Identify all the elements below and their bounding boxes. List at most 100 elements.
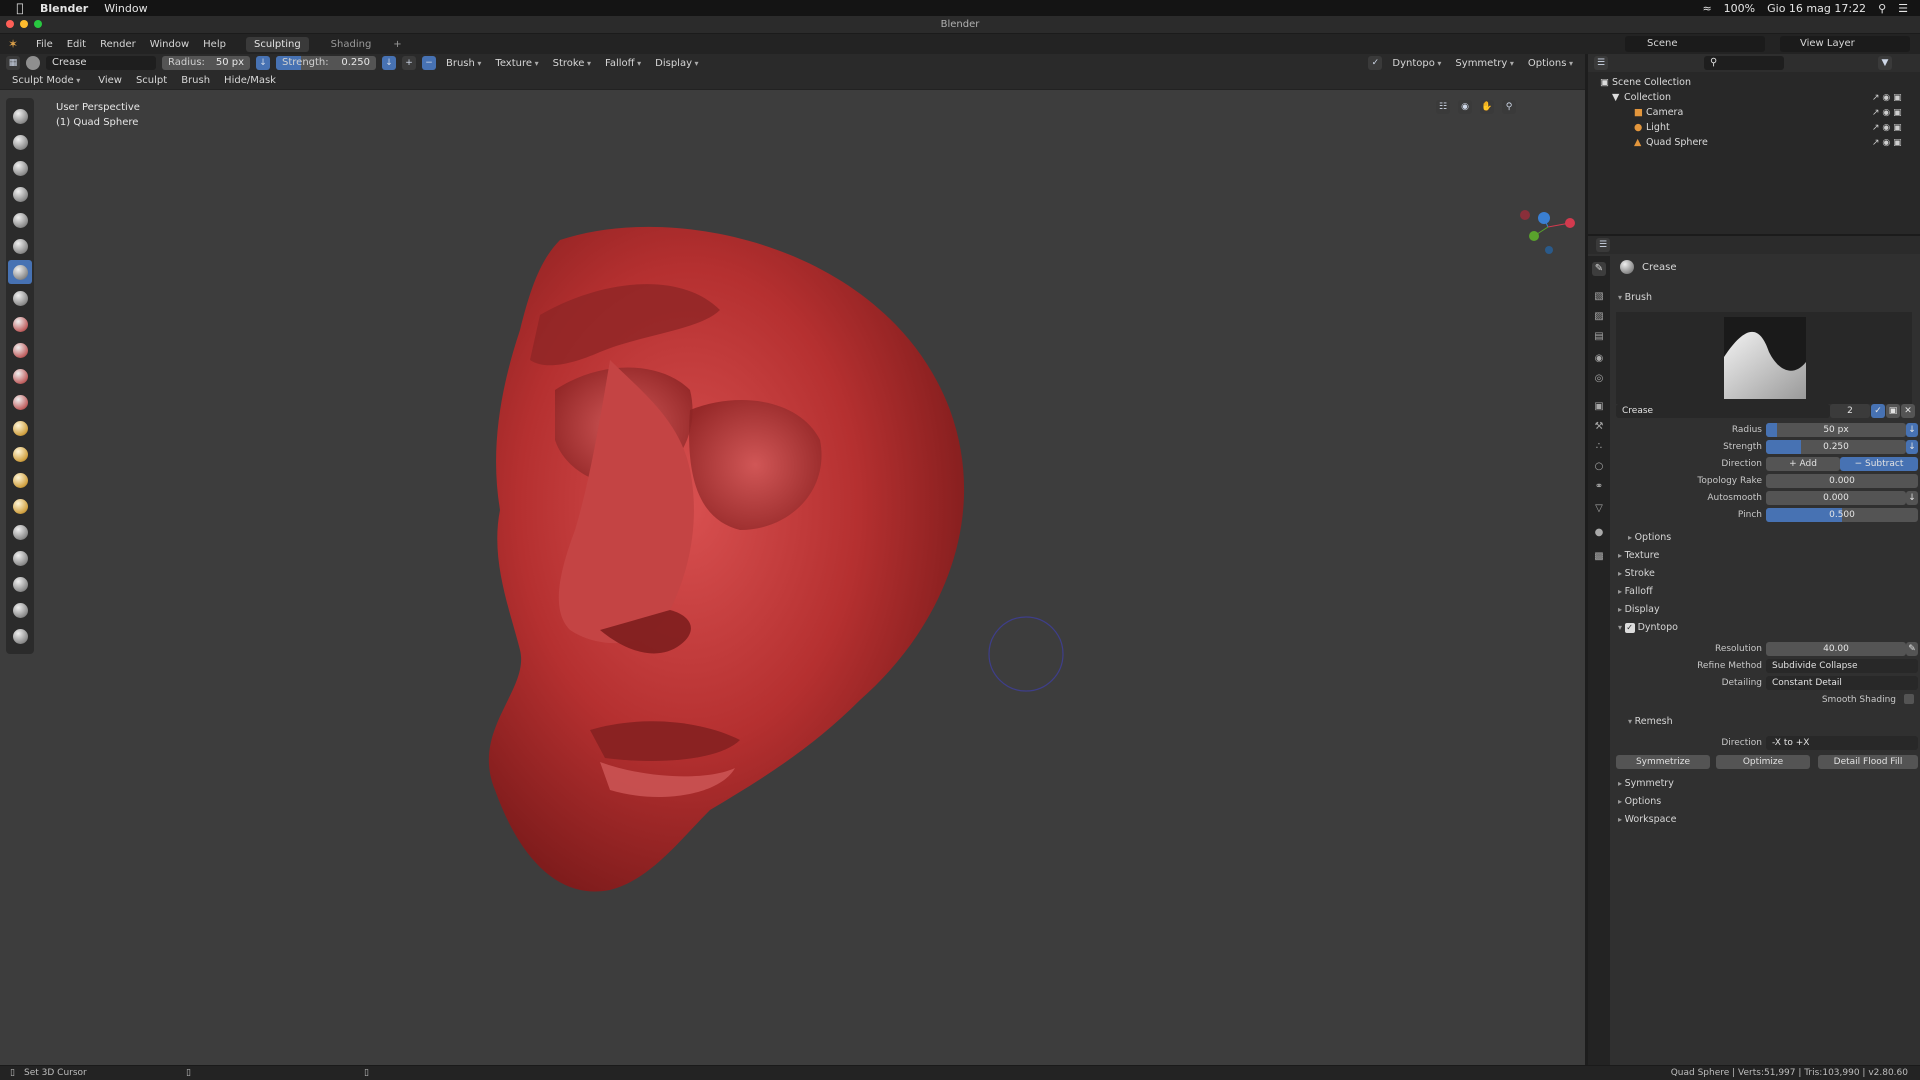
texture-menu[interactable]: Texture	[491, 58, 542, 69]
topology-rake-field[interactable]: 0.000	[1766, 474, 1918, 488]
filter-icon[interactable]: ▼	[1878, 56, 1892, 70]
3d-viewport[interactable]	[0, 90, 1585, 1065]
sculpt-tool-8[interactable]	[8, 286, 32, 310]
strength-field[interactable]: Strength: 0.250	[276, 56, 376, 70]
eyedropper-icon[interactable]: ✎	[1906, 642, 1918, 656]
sculpt-tool-7[interactable]	[8, 260, 32, 284]
view-layer-selector[interactable]: View Layer	[1780, 36, 1910, 52]
brush-preview-box[interactable]	[1616, 312, 1912, 404]
dyntopo-enable-checkbox[interactable]: ✓	[1624, 623, 1635, 633]
zoom-icon[interactable]: ⚲	[1502, 100, 1516, 114]
brush-menu[interactable]: Brush	[442, 58, 485, 69]
navigation-gizmo[interactable]	[1520, 210, 1575, 254]
brush-users-count[interactable]: 2	[1830, 404, 1870, 418]
workspace-tab-sculpting[interactable]: Sculpting	[245, 36, 309, 52]
menu-file[interactable]: File	[36, 39, 53, 50]
tool-tab-icon[interactable]: ✎	[1592, 262, 1606, 276]
pan-hand-icon[interactable]: ✋	[1480, 100, 1494, 114]
falloff-menu[interactable]: Falloff	[601, 58, 645, 69]
mode-menu-view[interactable]: View	[98, 75, 122, 86]
stroke-menu[interactable]: Stroke	[549, 58, 595, 69]
symmetry-menu[interactable]: Symmetry	[1451, 58, 1517, 69]
menu-window[interactable]: Window	[150, 39, 189, 50]
radius-prop-field[interactable]: 50 px	[1766, 423, 1906, 437]
falloff-section[interactable]: Falloff	[1618, 586, 1653, 597]
refine-method-dropdown[interactable]: Subdivide Collapse	[1766, 659, 1918, 673]
sculpt-tool-6[interactable]	[8, 234, 32, 258]
sculpt-tool-11[interactable]	[8, 364, 32, 388]
sculpt-tool-18[interactable]	[8, 546, 32, 570]
direction-subtract-button[interactable]: − Subtract	[1840, 457, 1918, 471]
add-workspace-button[interactable]: +	[393, 39, 401, 50]
texture-section[interactable]: Texture	[1618, 550, 1660, 561]
outliner-row-quad-sphere[interactable]: ▲ Quad Sphere	[1634, 136, 1708, 150]
strength-pressure-icon[interactable]: ↓	[382, 56, 396, 70]
mesh-data-tab-icon[interactable]: ▽	[1592, 502, 1606, 516]
material-tab-icon[interactable]: ●	[1592, 526, 1606, 540]
render-tab-icon[interactable]: ▧	[1592, 290, 1606, 304]
view-layer-tab-icon[interactable]: ▤	[1592, 330, 1606, 344]
symmetry-section[interactable]: Symmetry	[1618, 778, 1674, 789]
visibility-eye-icon[interactable]: ↗ ◉ ▣	[1872, 91, 1912, 106]
outliner-row-collection[interactable]: ▼ Collection	[1612, 91, 1671, 105]
brush-datablock-field[interactable]: Crease	[1616, 404, 1830, 418]
sculpt-tool-17[interactable]	[8, 520, 32, 544]
mode-selector[interactable]: Sculpt Mode	[8, 75, 84, 86]
options-menu[interactable]: Options	[1524, 58, 1577, 69]
menu-edit[interactable]: Edit	[67, 39, 86, 50]
direction-add-icon[interactable]: +	[402, 56, 416, 70]
mode-menu-brush[interactable]: Brush	[181, 75, 210, 86]
autosmooth-field[interactable]: 0.000	[1766, 491, 1906, 505]
duplicate-brush-icon[interactable]: ▣	[1886, 404, 1900, 418]
sculpt-tool-3[interactable]	[8, 156, 32, 180]
smooth-shading-checkbox[interactable]	[1904, 694, 1914, 704]
dyntopo-checkbox[interactable]: ✓	[1368, 56, 1383, 70]
workspace-tab-shading[interactable]: Shading	[323, 37, 380, 52]
brush-section-header[interactable]: Brush	[1618, 292, 1652, 303]
detailing-dropdown[interactable]: Constant Detail	[1766, 676, 1918, 690]
brush-preview-icon[interactable]	[26, 56, 40, 70]
dyntopo-section[interactable]: ✓ Dyntopo	[1618, 622, 1678, 633]
options-section[interactable]: Options	[1618, 796, 1662, 807]
particles-tab-icon[interactable]: ∴	[1592, 440, 1606, 454]
sculpt-tool-21[interactable]	[8, 624, 32, 648]
resolution-field[interactable]: 40.00	[1766, 642, 1906, 656]
toggle-camera-icon[interactable]: ☷	[1436, 100, 1450, 114]
sculpt-tool-15[interactable]	[8, 468, 32, 492]
control-center-icon[interactable]: ☰	[1898, 2, 1908, 15]
object-tab-icon[interactable]: ▣	[1592, 400, 1606, 414]
apple-icon[interactable]: 	[0, 1, 40, 15]
sculpt-tool-16[interactable]	[8, 494, 32, 518]
remesh-subsection[interactable]: Remesh	[1628, 716, 1673, 727]
world-tab-icon[interactable]: ◎	[1592, 372, 1606, 386]
blender-logo-icon[interactable]: ✶	[8, 37, 22, 51]
sculpt-tool-19[interactable]	[8, 572, 32, 596]
macos-menu-window[interactable]: Window	[104, 2, 147, 15]
clock-text[interactable]: Gio 16 mag 17:22	[1767, 2, 1866, 15]
outliner-editor-icon[interactable]: ☰	[1594, 56, 1608, 70]
menu-help[interactable]: Help	[203, 39, 226, 50]
physics-tab-icon[interactable]: ○	[1592, 460, 1606, 474]
modifier-tab-icon[interactable]: ⚒	[1592, 420, 1606, 434]
outliner-row-scene-collection[interactable]: ▣ Scene Collection	[1600, 76, 1691, 90]
symmetrize-button[interactable]: Symmetrize	[1616, 755, 1710, 769]
radius-pressure-icon[interactable]: ↓	[256, 56, 270, 70]
display-menu[interactable]: Display	[651, 58, 702, 69]
macos-app-name[interactable]: Blender	[40, 2, 88, 15]
scene-tab-icon[interactable]: ◉	[1592, 352, 1606, 366]
direction-add-button[interactable]: + Add	[1766, 457, 1840, 471]
spotlight-icon[interactable]: ⚲	[1878, 2, 1886, 15]
remesh-direction-dropdown[interactable]: -X to +X	[1766, 736, 1918, 750]
outliner-row-camera[interactable]: ■ Camera	[1634, 106, 1683, 120]
unlink-brush-icon[interactable]: ✕	[1901, 404, 1915, 418]
direction-subtract-icon[interactable]: −	[422, 56, 436, 70]
constraints-tab-icon[interactable]: ⚭	[1592, 480, 1606, 494]
mode-menu-sculpt[interactable]: Sculpt	[136, 75, 167, 86]
texture-tab-icon[interactable]: ▩	[1592, 550, 1606, 564]
camera-view-icon[interactable]: ◉	[1458, 100, 1472, 114]
sculpt-tool-4[interactable]	[8, 182, 32, 206]
sculpt-tool-12[interactable]	[8, 390, 32, 414]
stroke-section[interactable]: Stroke	[1618, 568, 1655, 579]
sculpt-tool-20[interactable]	[8, 598, 32, 622]
radius-field[interactable]: Radius: 50 px	[162, 56, 250, 70]
